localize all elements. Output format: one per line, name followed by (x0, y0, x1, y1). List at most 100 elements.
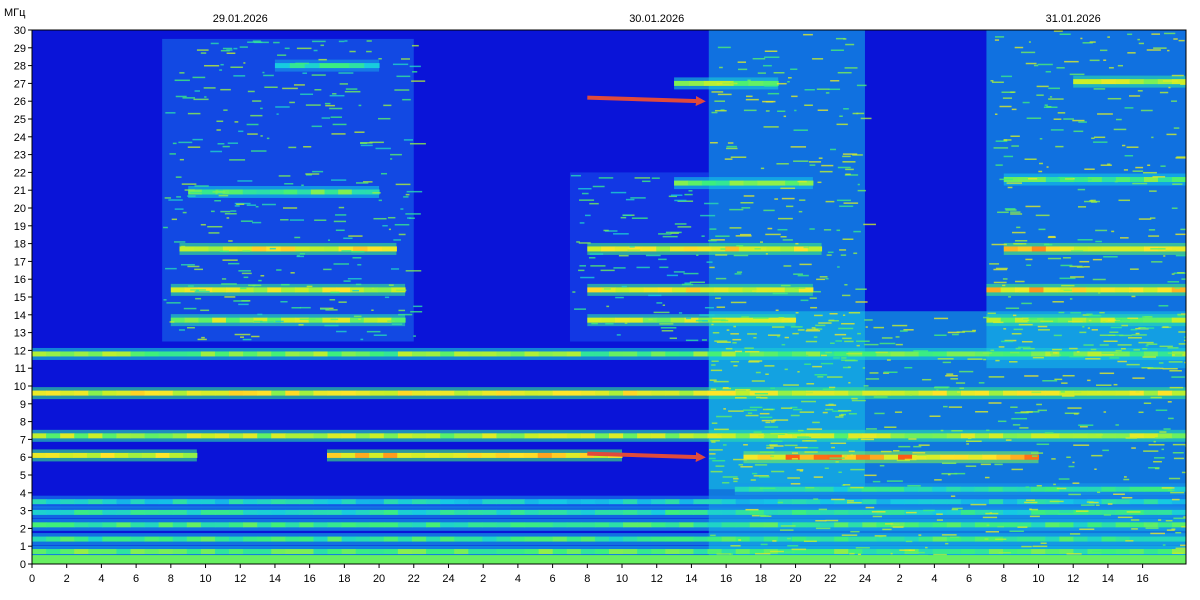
heatmap-band-cell (426, 536, 441, 542)
heatmap-speckle (230, 210, 237, 212)
heatmap-speckle (1111, 230, 1115, 233)
heatmap-band-cell (637, 390, 652, 396)
heatmap-band-cell (88, 433, 103, 439)
heatmap-band-cell (363, 317, 379, 323)
heatmap-band-cell (239, 317, 255, 323)
heatmap-speckle (734, 397, 747, 399)
heatmap-speckle (797, 329, 805, 331)
heatmap-band-cell (193, 246, 209, 252)
heatmap-speckle (1068, 320, 1083, 323)
heatmap-band-cell (1017, 536, 1032, 542)
heatmap-speckle (856, 340, 870, 343)
heatmap-speckle (775, 309, 779, 312)
heatmap-band-cell (1129, 246, 1145, 252)
heatmap-speckle (994, 39, 1000, 41)
heatmap-band-cell (383, 499, 399, 505)
heatmap-band-cell (1129, 79, 1145, 85)
heatmap-speckle (251, 221, 262, 224)
heatmap-speckle (296, 47, 312, 50)
x-tick-label: 4 (515, 573, 521, 585)
heatmap-speckle (662, 304, 666, 307)
x-tick-label: 4 (98, 573, 104, 585)
heatmap-band-cell (580, 509, 596, 515)
heatmap-band-cell (130, 509, 146, 515)
heatmap-band-cell (369, 390, 385, 396)
heatmap-speckle (673, 271, 685, 273)
heatmap-speckle (770, 455, 775, 458)
heatmap-speckle (719, 81, 731, 83)
heatmap-band-cell (820, 549, 835, 555)
heatmap-speckle (842, 161, 856, 163)
heatmap-speckle (994, 36, 1005, 38)
spectrogram-chart: 0123456789101112131415161718192021222324… (0, 0, 1200, 600)
heatmap-band-cell (686, 287, 701, 293)
heatmap-speckle (1044, 243, 1053, 246)
heatmap-speckle (187, 265, 200, 268)
heatmap-speckle (941, 462, 957, 465)
heatmap-speckle (1154, 437, 1166, 439)
heatmap-band-cell (609, 390, 624, 396)
heatmap-speckle (1039, 162, 1043, 165)
heatmap-band-cell (341, 522, 357, 528)
heatmap-speckle (743, 109, 757, 112)
heatmap-band-cell (679, 522, 694, 528)
heatmap-band-cell (186, 522, 202, 528)
heatmap-band-cell (482, 351, 497, 357)
heatmap-band-cell (665, 433, 680, 439)
heatmap-band-cell (158, 522, 174, 528)
heatmap-speckle (847, 500, 854, 502)
heatmap-band-cell (172, 509, 188, 515)
heatmap-speckle (864, 319, 873, 321)
heatmap-band-cell (524, 351, 540, 357)
heatmap-band-cell (1115, 351, 1131, 357)
heatmap-speckle (764, 426, 779, 428)
heatmap-speckle (1059, 277, 1076, 280)
heatmap-band-cell (890, 351, 906, 357)
heatmap-speckle (884, 426, 897, 428)
heatmap-band-cell (349, 63, 365, 69)
heatmap-band-cell (367, 246, 383, 252)
heatmap-speckle (725, 347, 733, 350)
heatmap-band-cell (918, 433, 934, 439)
heatmap-speckle (857, 189, 866, 192)
heatmap-speckle (726, 329, 730, 331)
heatmap-speckle (797, 371, 800, 373)
heatmap-band-cell (60, 433, 75, 439)
heatmap-band-cell (355, 433, 371, 439)
heatmap-speckle (826, 254, 832, 256)
heatmap-band-cell (665, 549, 680, 555)
heatmap-speckle (812, 58, 824, 60)
heatmap-speckle (846, 352, 863, 355)
heatmap-speckle (1171, 100, 1177, 102)
heatmap-band-cell (552, 509, 568, 515)
heatmap-speckle (1036, 443, 1050, 446)
heatmap-band-cell (46, 522, 61, 528)
heatmap-band-cell (862, 390, 877, 396)
heatmap-speckle (740, 202, 754, 204)
heatmap-speckle (1037, 409, 1047, 412)
heatmap-speckle (603, 288, 611, 290)
heatmap-speckle (1178, 39, 1185, 42)
heatmap-band-cell (130, 351, 146, 357)
heatmap-speckle (1142, 356, 1156, 358)
heatmap-speckle (945, 542, 949, 545)
y-tick-label: 15 (14, 292, 26, 304)
heatmap-band-cell (184, 317, 199, 323)
heatmap-speckle (174, 208, 184, 210)
heatmap-band-cell (1143, 390, 1159, 396)
heatmap-band-cell (679, 499, 694, 505)
heatmap-band-cell (341, 549, 357, 555)
heatmap-band-cell (707, 536, 723, 542)
heatmap-speckle (717, 46, 731, 49)
heatmap-speckle (815, 527, 831, 530)
heatmap-speckle (865, 428, 877, 430)
heatmap-speckle (988, 376, 1005, 378)
y-tick-label: 2 (20, 523, 26, 535)
heatmap-band-cell (656, 246, 671, 252)
heatmap-band-cell (355, 549, 371, 555)
heatmap-speckle (818, 508, 828, 511)
heatmap-band-cell (229, 390, 244, 396)
heatmap-speckle (351, 250, 365, 253)
heatmap-band-cell (377, 287, 392, 293)
heatmap-speckle (913, 445, 922, 448)
